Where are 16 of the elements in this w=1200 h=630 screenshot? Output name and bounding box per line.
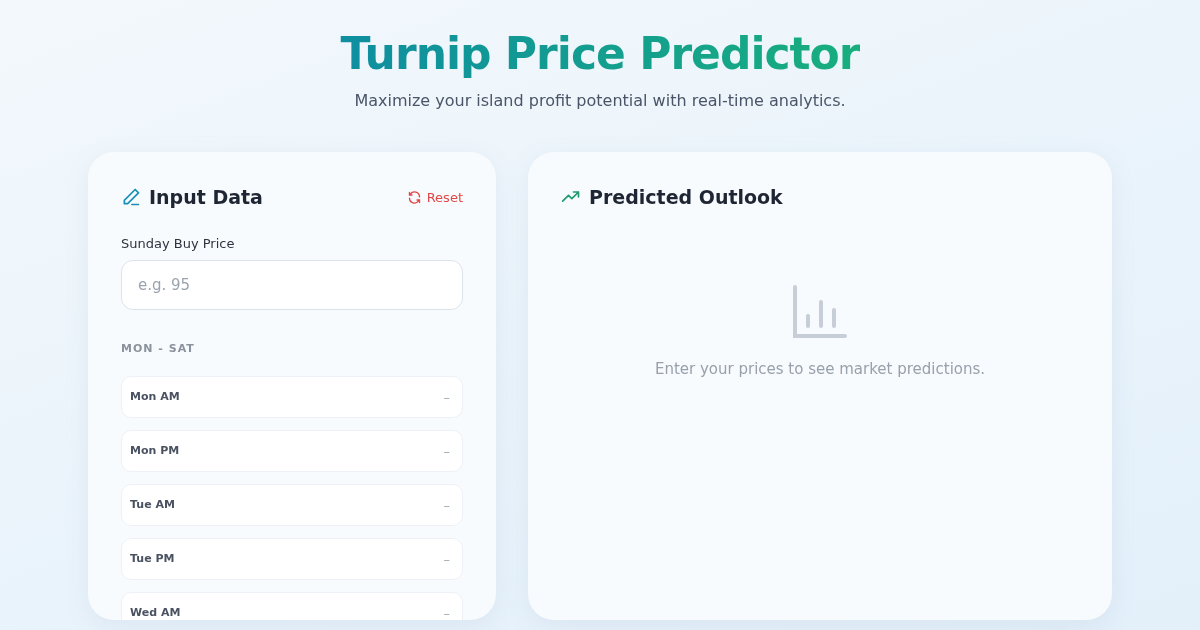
bar-chart-icon [792, 284, 848, 340]
day-label: Tue PM [130, 552, 175, 565]
section-label: MON - SAT [121, 342, 196, 355]
day-label: Mon AM [130, 390, 180, 403]
field-label: Sunday Buy Price [121, 236, 236, 251]
day-label: Tue AM [130, 498, 175, 511]
reset-button[interactable]: Reset [406, 189, 463, 205]
buy-price-field[interactable]: e.g. 95 [121, 260, 463, 310]
day-label: Wed AM [130, 606, 181, 619]
empty-state-message: Enter your prices to see market predictions. [654, 360, 986, 378]
pencil-icon [121, 187, 141, 207]
day-label: Mon PM [130, 444, 180, 457]
page-subtitle: Maximize your island profit potential with real-time analytics. [354, 91, 846, 110]
refresh-icon [406, 189, 422, 205]
panel-title: Input Data [149, 186, 263, 208]
panel-title: Predicted Outlook [589, 186, 783, 208]
